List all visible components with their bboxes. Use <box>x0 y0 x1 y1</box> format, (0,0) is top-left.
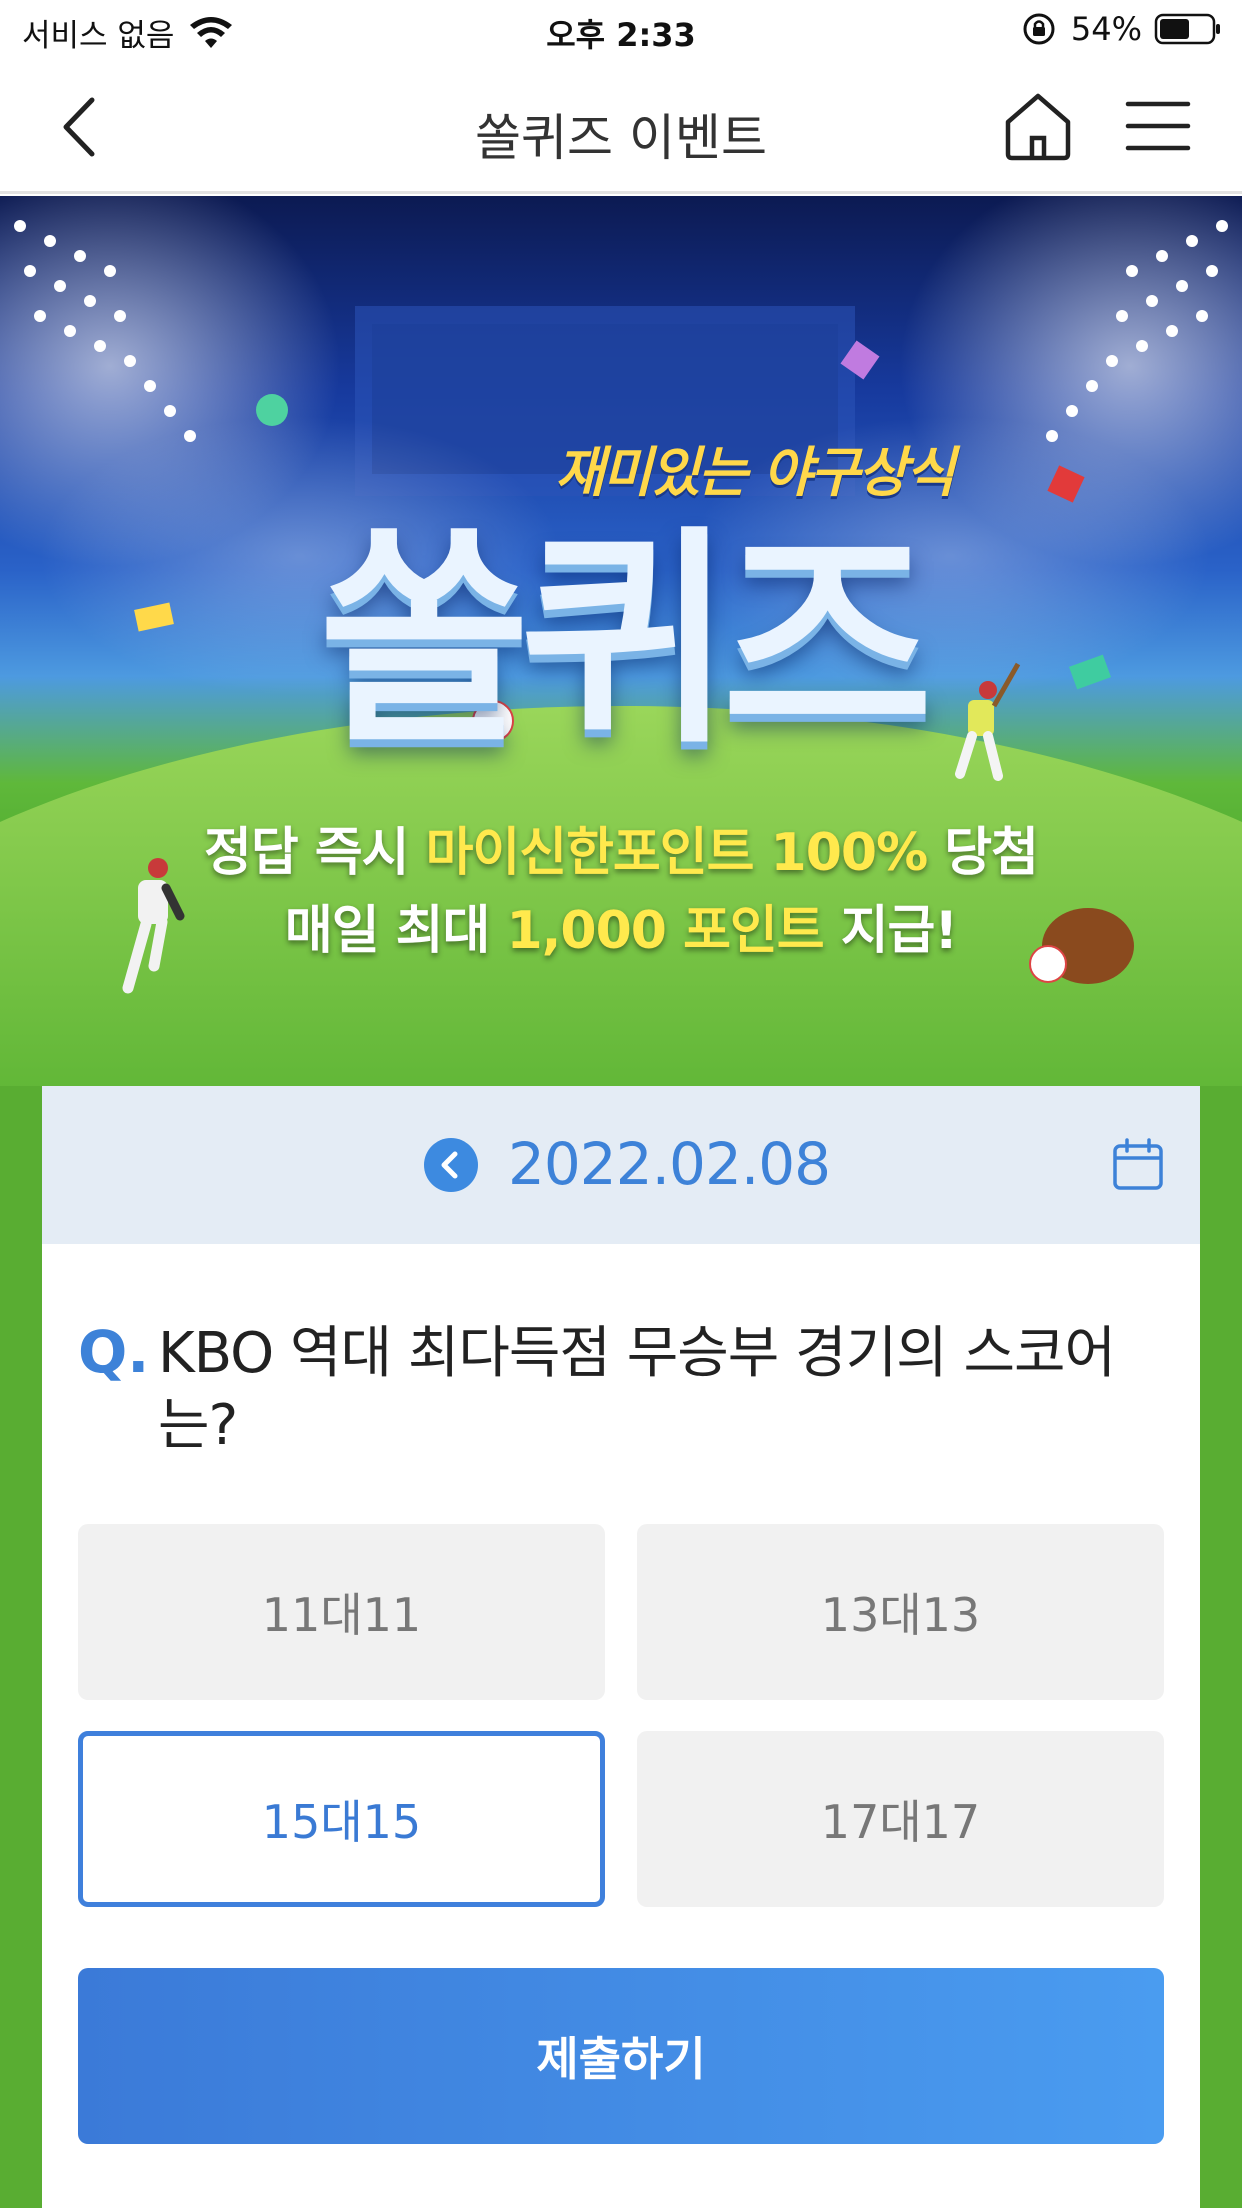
question-mark: Q. <box>78 1318 150 1386</box>
banner-line1-prefix: 정답 즉시 <box>203 823 426 883</box>
status-bar: 서비스 없음 오후 2:33 54% <box>0 0 1242 62</box>
answer-option[interactable]: 11대11 <box>78 1524 605 1700</box>
banner-line2-prefix: 매일 최대 <box>284 901 507 961</box>
hamburger-menu-icon[interactable] <box>1122 96 1194 156</box>
quiz-card: 2022.02.08 Q. KBO 역대 최다득점 무승부 경기의 스코어는? … <box>42 1086 1200 2208</box>
banner-title: 쏠퀴즈 <box>318 508 934 775</box>
answer-option-selected[interactable]: 15대15 <box>78 1731 605 1907</box>
chevron-left-icon <box>441 1151 458 1179</box>
banner-line1-highlight: 마이신한포인트 100% <box>425 823 929 883</box>
nav-bar: 쏠퀴즈 이벤트 <box>0 62 1242 194</box>
event-banner: 재미있는 야구상식 쏠퀴즈 정답 즉시 마이신한포인트 100% 당첨 매일 최… <box>0 196 1242 1086</box>
banner-line2-highlight: 1,000 포인트 <box>506 901 824 961</box>
calendar-icon[interactable] <box>1112 1138 1164 1192</box>
banner-line1-suffix: 당첨 <box>927 823 1039 883</box>
banner-line1: 정답 즉시 마이신한포인트 100% 당첨 <box>0 810 1242 885</box>
question: Q. KBO 역대 최다득점 무승부 경기의 스코어는? <box>78 1318 1188 1462</box>
battery-percent: 54% <box>1070 10 1142 48</box>
answer-option[interactable]: 13대13 <box>637 1524 1164 1700</box>
home-icon[interactable] <box>1000 88 1076 164</box>
quiz-date: 2022.02.08 <box>508 1130 831 1198</box>
rotation-lock-icon <box>1023 13 1055 45</box>
submit-button[interactable]: 제출하기 <box>78 1968 1164 2144</box>
battery-icon <box>1154 13 1220 45</box>
banner-line2-suffix: 지급! <box>823 901 958 961</box>
date-bar: 2022.02.08 <box>42 1086 1200 1244</box>
banner-line2: 매일 최대 1,000 포인트 지급! <box>0 888 1242 963</box>
previous-date-button[interactable] <box>424 1138 478 1192</box>
status-right: 54% <box>1021 10 1222 48</box>
answer-option[interactable]: 17대17 <box>637 1731 1164 1907</box>
question-text: KBO 역대 최다득점 무승부 경기의 스코어는? <box>158 1321 1116 1458</box>
